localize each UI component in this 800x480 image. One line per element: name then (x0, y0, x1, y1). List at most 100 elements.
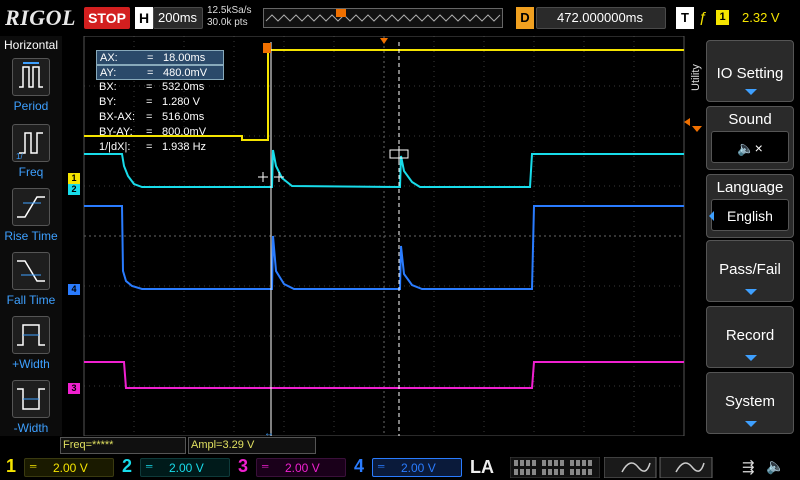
svg-text:1/: 1/ (16, 152, 23, 161)
cursor-row: BX: = 532.0ms (99, 81, 205, 93)
trigger-level[interactable]: 2.32 V (742, 10, 780, 25)
system-label: System (724, 393, 775, 410)
ch3-scale-box: ═ 2.00 V (256, 458, 346, 477)
timebase-label: H (135, 7, 153, 29)
panel-title: Horizontal (3, 38, 59, 52)
menu-nav-arrows (692, 126, 702, 132)
ampl-measurement[interactable]: Ampl=3.29 V (188, 437, 316, 454)
ch2-scale-box: ═ 2.00 V (140, 458, 230, 477)
ch4-scale-box: ═ 2.00 V (372, 458, 462, 477)
dc-coupling-icon: ═ (262, 461, 269, 471)
neg-width-label: -Width (13, 421, 49, 435)
brand-logo: RIGOL (5, 5, 76, 30)
rise-time-label: Rise Time (4, 229, 58, 243)
ch1-vdiv: 2.00 V (53, 461, 88, 475)
dc-coupling-icon: ═ (378, 461, 385, 471)
ch4-number: 4 (354, 456, 365, 476)
measure-freq[interactable]: 1/ Freq (0, 122, 62, 186)
digital-channels-icon (510, 457, 600, 478)
measure-pos-width[interactable]: +Width (0, 314, 62, 378)
ch1-marker[interactable]: 1 (68, 173, 80, 184)
utility-tab[interactable]: Utility (690, 38, 704, 118)
trigger-label: T (676, 7, 694, 29)
cursor-row: AY: = 480.0mV (96, 65, 224, 80)
channel-status-bar: 1 ═ 2.00 V 2 ═ 2.00 V 3 ═ 2.00 V 4 ═ 2.0… (0, 455, 800, 480)
sample-rate: 12.5kSa/s (207, 5, 252, 16)
delay-marker (380, 38, 388, 44)
freq-icon: 1/ (12, 124, 50, 162)
rising-edge-icon: ƒ (699, 9, 708, 26)
memory-overview (263, 8, 503, 28)
system-button[interactable]: System (706, 372, 794, 434)
trigger-source-badge: 1 (716, 10, 729, 25)
period-label: Period (13, 99, 49, 113)
measure-period[interactable]: Period (0, 56, 62, 120)
negative-width-icon (12, 380, 50, 418)
logic-analyzer-label[interactable]: LA (470, 455, 510, 480)
channel-2-status[interactable]: 2 ═ 2.00 V (118, 455, 233, 480)
freq-measurement[interactable]: Freq=***** (60, 437, 186, 454)
ch2-vdiv: 2.00 V (169, 461, 204, 475)
horizontal-measure-panel: Horizontal Period 1/ Freq Rise Time Fall… (0, 36, 62, 436)
ch3-vdiv: 2.00 V (285, 461, 320, 475)
channel-1-status[interactable]: 1 ═ 2.00 V (2, 455, 117, 480)
pass-fail-button[interactable]: Pass/Fail (706, 240, 794, 302)
ch1-scale-box: ═ 2.00 V (24, 458, 114, 477)
cursor-row: AX: = 18.00ms (96, 50, 224, 65)
memory-depth: 30.0k pts (207, 17, 248, 28)
freq-label: Freq (18, 165, 44, 179)
ch2-number: 2 (122, 456, 133, 476)
chevron-left-icon (709, 211, 714, 221)
dc-coupling-icon: ═ (30, 461, 37, 471)
measure-rise-time[interactable]: Rise Time (0, 186, 62, 250)
top-status-bar: RIGOL STOP H 200ms 12.5kSa/s 30.0k pts D… (0, 0, 800, 36)
delay-label: D (516, 7, 534, 29)
ch2-marker[interactable]: 2 (68, 184, 80, 195)
sound-button[interactable]: Sound 🔈× (706, 106, 794, 170)
period-icon (12, 58, 50, 96)
utility-menu: Utility IO Setting Sound 🔈× Language Eng… (690, 36, 800, 436)
speaker-mute-status-icon[interactable]: 🔈 (766, 457, 785, 475)
timebase-value[interactable]: 200ms (153, 7, 203, 29)
fall-time-icon (12, 252, 50, 290)
channel-4-status[interactable]: 4 ═ 2.00 V (350, 455, 465, 480)
language-value: English (711, 199, 789, 231)
delay-value[interactable]: 472.000000ms (536, 7, 666, 29)
chevron-down-icon (745, 289, 757, 295)
memory-waveform-overview (265, 9, 501, 22)
ch1-number: 1 (6, 456, 17, 476)
ch4-marker[interactable]: 4 (68, 284, 80, 295)
cursor-row: BY: = 1.280 V (99, 96, 200, 108)
cursor-row: 1/|dX|: = 1.938 Hz (99, 141, 207, 153)
fall-time-label: Fall Time (6, 293, 56, 307)
chevron-down-icon (745, 89, 757, 95)
pos-width-label: +Width (12, 357, 50, 371)
dc-coupling-icon: ═ (146, 461, 153, 471)
pass-fail-label: Pass/Fail (719, 261, 781, 278)
language-button[interactable]: Language English (706, 174, 794, 238)
ch3-marker[interactable]: 3 (68, 383, 80, 394)
io-setting-button[interactable]: IO Setting (706, 40, 794, 102)
record-button[interactable]: Record (706, 306, 794, 368)
sound-label: Sound (728, 111, 772, 128)
measure-neg-width[interactable]: -Width (0, 378, 62, 442)
cursor-row: BX-AX: = 516.0ms (99, 111, 205, 123)
ch3-trace (84, 361, 684, 389)
measure-fall-time[interactable]: Fall Time (0, 250, 62, 314)
ch4-vdiv: 2.00 V (401, 461, 436, 475)
usb-icon: ⇶ (742, 459, 755, 476)
cursor-b-crosshair (389, 146, 409, 162)
run-stop-indicator[interactable]: STOP (84, 7, 130, 29)
speaker-mute-icon: 🔈× (711, 131, 789, 163)
chevron-down-icon (745, 421, 757, 427)
trigger-position-marker (263, 43, 271, 53)
channel-3-status[interactable]: 3 ═ 2.00 V (234, 455, 349, 480)
generator-outputs-icon[interactable] (604, 457, 714, 478)
positive-width-icon (12, 316, 50, 354)
language-label: Language (716, 179, 784, 196)
cursor-row: BY-AY: = 800.0mV (99, 126, 207, 138)
record-label: Record (725, 327, 775, 344)
cursor-bottom-marker: ↔ (264, 428, 274, 436)
chevron-down-icon (745, 355, 757, 361)
ch3-number: 3 (238, 456, 249, 476)
